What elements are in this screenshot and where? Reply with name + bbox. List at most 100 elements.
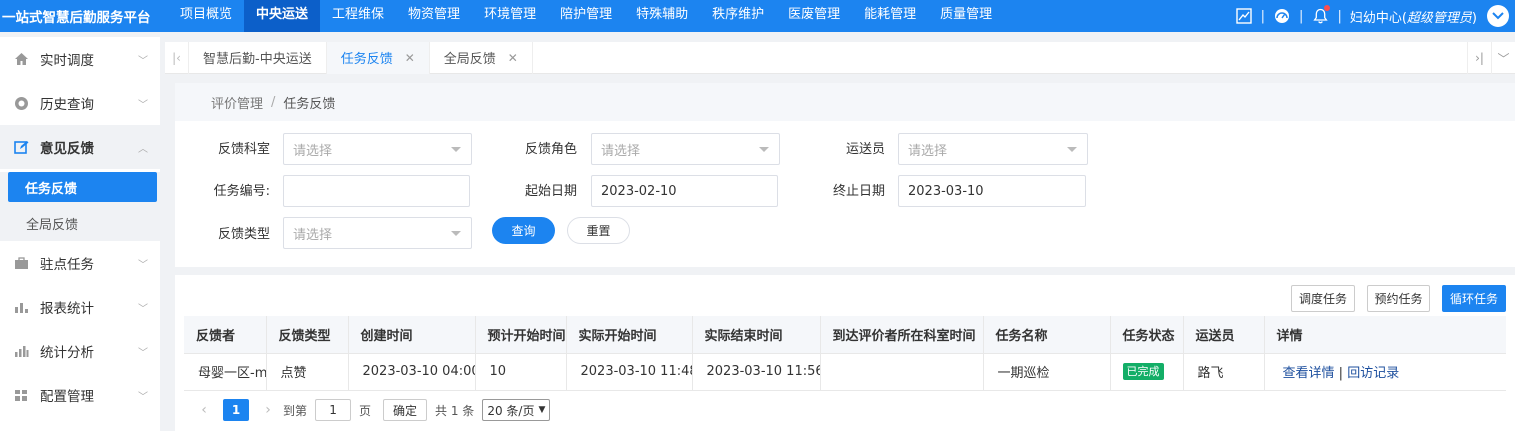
tab-central-transport[interactable]: 智慧后勤-中央运送 xyxy=(189,41,327,74)
query-button[interactable]: 查询 xyxy=(492,217,555,244)
nav-item-energy[interactable]: 能耗管理 xyxy=(852,0,928,32)
nav-item-environment[interactable]: 环境管理 xyxy=(472,0,548,32)
cycle-task-button[interactable]: 循环任务 xyxy=(1442,285,1506,312)
porter-select[interactable]: 请选择 xyxy=(898,133,1088,165)
caret-down-icon xyxy=(451,147,461,152)
sidebar: 实时调度 ﹀ 历史查询 ﹀ 意见反馈 ︿ 任务反馈 全局反馈 驻点任务 ﹀ 报表… xyxy=(0,37,160,431)
tab-scroll-left-icon[interactable]: |‹ xyxy=(165,41,189,74)
user-name[interactable]: 妇幼中心(超级管理员) xyxy=(1350,7,1477,26)
nav-item-overview[interactable]: 项目概览 xyxy=(168,0,244,32)
cell-feedbacker: 母婴一区-my xyxy=(184,353,267,391)
tab-scroll-right-icon[interactable]: ›| xyxy=(1467,42,1491,74)
sidebar-item-realtime-dispatch[interactable]: 实时调度 ﹀ xyxy=(0,37,160,81)
filter-panel: 评价管理 / 任务反馈 反馈科室 请选择 反馈角色 请选择 运送员 请选择 任务… xyxy=(175,83,1515,267)
nav-item-materials[interactable]: 物资管理 xyxy=(396,0,472,32)
top-right-tools: | | | 妇幼中心(超级管理员) xyxy=(1235,0,1515,32)
view-detail-link[interactable]: 查看详情 xyxy=(1283,366,1335,381)
caret-down-icon xyxy=(1067,147,1077,152)
column-header: 创建时间 xyxy=(348,316,476,354)
cell-actual-start: 2023-03-10 11:48 xyxy=(566,353,693,391)
bar-chart-icon xyxy=(12,298,30,316)
table-panel: 调度任务 预约任务 循环任务 反馈者 反馈类型 创建时间 预计开始时间 实际开始… xyxy=(175,275,1515,431)
sidebar-item-label: 配置管理 xyxy=(40,389,94,405)
reserve-task-button[interactable]: 预约任务 xyxy=(1367,285,1430,312)
next-page-icon[interactable]: › xyxy=(257,402,279,418)
breadcrumb: 评价管理 / 任务反馈 xyxy=(175,83,1515,121)
sidebar-item-config[interactable]: 配置管理 ﹀ xyxy=(0,373,160,417)
nav-item-central-transport[interactable]: 中央运送 xyxy=(244,0,321,32)
sidebar-item-label: 驻点任务 xyxy=(40,257,94,273)
feedback-table: 反馈者 反馈类型 创建时间 预计开始时间 实际开始时间 实际结束时间 到达评价者… xyxy=(184,316,1506,391)
nav-item-escort[interactable]: 陪护管理 xyxy=(548,0,624,32)
cell-porter: 路飞 xyxy=(1183,353,1265,391)
close-icon[interactable]: ✕ xyxy=(405,51,415,65)
column-header: 反馈类型 xyxy=(266,316,349,354)
tab-global-feedback[interactable]: 全局反馈 ✕ xyxy=(430,41,533,74)
column-header: 详情 xyxy=(1264,316,1506,354)
column-header: 任务状态 xyxy=(1110,316,1184,354)
page-number-current[interactable]: 1 xyxy=(223,399,249,421)
cell-task-status: 已完成 xyxy=(1110,353,1184,391)
column-header: 实际结束时间 xyxy=(692,316,821,354)
dashboard-icon[interactable] xyxy=(1273,7,1291,25)
edit-icon xyxy=(12,138,30,156)
tab-label: 任务反馈 xyxy=(340,52,393,67)
trend-chart-icon[interactable] xyxy=(1235,7,1253,25)
home-icon xyxy=(12,50,30,68)
nav-item-engineering[interactable]: 工程维保 xyxy=(320,0,396,32)
sidebar-item-station-tasks[interactable]: 驻点任务 ﹀ xyxy=(0,241,160,285)
chevron-down-icon[interactable] xyxy=(1487,5,1509,27)
sidebar-item-label: 意见反馈 xyxy=(40,141,94,157)
chevron-down-icon[interactable]: ﹀ xyxy=(1491,42,1515,74)
chevron-down-icon: ﹀ xyxy=(138,303,148,315)
sidebar-subitem-task-feedback[interactable]: 任务反馈 xyxy=(8,172,157,202)
role-label: 反馈角色 xyxy=(524,142,577,157)
nav-item-special-aid[interactable]: 特殊辅助 xyxy=(624,0,700,32)
sidebar-item-label: 报表统计 xyxy=(40,301,94,317)
nav-item-quality[interactable]: 质量管理 xyxy=(928,0,1004,32)
cell-feedback-type: 点赞 xyxy=(266,353,349,391)
dispatch-task-button[interactable]: 调度任务 xyxy=(1291,285,1355,312)
start-date-input[interactable]: 2023-02-10 xyxy=(591,175,778,207)
history-icon xyxy=(12,94,30,112)
end-date-input[interactable]: 2023-03-10 xyxy=(898,175,1086,207)
chevron-down-icon: ﹀ xyxy=(138,55,148,67)
chevron-down-icon: ﹀ xyxy=(138,99,148,111)
visit-record-link[interactable]: 回访记录 xyxy=(1347,366,1399,381)
tabs-bar: |‹ 智慧后勤-中央运送 任务反馈 ✕ 全局反馈 ✕ ›| ﹀ xyxy=(165,41,1515,74)
role-select[interactable]: 请选择 xyxy=(591,133,780,165)
cell-created-time: 2023-03-10 04:00 xyxy=(348,353,476,391)
task-number-label: 任务编号: xyxy=(213,184,270,199)
task-number-input[interactable] xyxy=(283,175,470,207)
tab-task-feedback[interactable]: 任务反馈 ✕ xyxy=(326,41,430,74)
tab-label: 全局反馈 xyxy=(443,52,496,67)
status-badge: 已完成 xyxy=(1122,363,1164,380)
main-nav: 项目概览 中央运送 工程维保 物资管理 环境管理 陪护管理 特殊辅助 秩序维护 … xyxy=(168,0,1004,32)
feedback-type-select[interactable]: 请选择 xyxy=(283,217,472,249)
cell-detail: 查看详情 | 回访记录 xyxy=(1264,353,1506,391)
close-icon[interactable]: ✕ xyxy=(508,51,518,65)
page-size-select[interactable]: 20 条/页 ▼ xyxy=(482,399,551,421)
confirm-page-button[interactable]: 确定 xyxy=(383,399,428,421)
dept-select[interactable]: 请选择 xyxy=(283,133,472,165)
divider: | xyxy=(1299,8,1304,24)
sidebar-item-analysis[interactable]: 统计分析 ﹀ xyxy=(0,329,160,373)
sidebar-item-feedback[interactable]: 意见反馈 ︿ xyxy=(0,125,160,169)
link-separator: | xyxy=(1338,366,1344,381)
reset-button[interactable]: 重置 xyxy=(567,217,630,244)
tab-controls: ›| ﹀ xyxy=(1467,42,1515,74)
bell-icon[interactable] xyxy=(1311,5,1331,25)
notification-dot xyxy=(1324,5,1331,11)
sidebar-item-history[interactable]: 历史查询 ﹀ xyxy=(0,81,160,125)
sidebar-subitem-global-feedback[interactable]: 全局反馈 xyxy=(0,205,160,241)
breadcrumb-item[interactable]: 评价管理 xyxy=(211,93,263,112)
cell-actual-end: 2023-03-10 11:56 xyxy=(692,353,821,391)
sidebar-item-report-stats[interactable]: 报表统计 ﹀ xyxy=(0,285,160,329)
breadcrumb-item: 任务反馈 xyxy=(283,96,336,112)
table-row: 母婴一区-my 点赞 2023-03-10 04:00 10 2023-03-1… xyxy=(184,353,1506,391)
total-count: 共 1 条 xyxy=(435,403,475,418)
page-input[interactable]: 1 xyxy=(315,399,352,421)
prev-page-icon[interactable]: ‹ xyxy=(193,402,215,418)
nav-item-order[interactable]: 秩序维护 xyxy=(700,0,776,32)
nav-item-medical-waste[interactable]: 医废管理 xyxy=(776,0,852,32)
